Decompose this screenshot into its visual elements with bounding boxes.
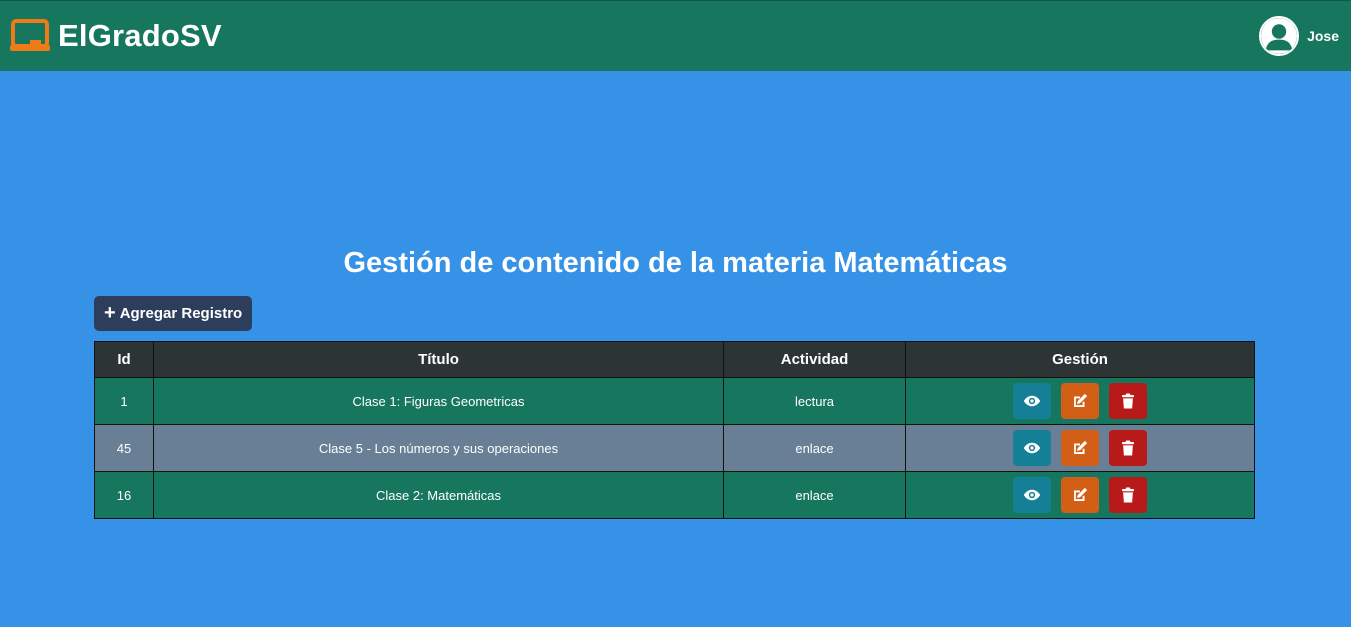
eye-icon xyxy=(1023,442,1041,454)
user-avatar-icon[interactable] xyxy=(1259,16,1300,56)
view-button[interactable] xyxy=(1013,383,1051,419)
cell-actions xyxy=(905,424,1255,472)
edit-icon xyxy=(1074,487,1088,501)
edit-button[interactable] xyxy=(1061,477,1099,513)
table-row: 45 Clase 5 - Los números y sus operacion… xyxy=(94,424,1255,472)
cell-id: 16 xyxy=(94,471,154,519)
trash-icon xyxy=(1122,440,1134,456)
delete-button[interactable] xyxy=(1109,430,1147,466)
column-header-title: Título xyxy=(153,341,724,378)
navbar: ElGradoSV Jose xyxy=(0,0,1351,71)
user-menu[interactable]: Jose xyxy=(1259,16,1339,56)
view-button[interactable] xyxy=(1013,430,1051,466)
edit-button[interactable] xyxy=(1061,430,1099,466)
trash-icon xyxy=(1122,393,1134,409)
table-row: 1 Clase 1: Figuras Geometricas lectura xyxy=(94,377,1255,425)
cell-title: Clase 5 - Los números y sus operaciones xyxy=(153,424,724,472)
cell-actions xyxy=(905,471,1255,519)
add-record-label: Agregar Registro xyxy=(119,305,243,322)
cell-activity: lectura xyxy=(723,377,906,425)
trash-icon xyxy=(1122,487,1134,503)
column-header-activity: Actividad xyxy=(723,341,906,378)
cell-activity: enlace xyxy=(723,471,906,519)
table-row: 16 Clase 2: Matemáticas enlace xyxy=(94,471,1255,519)
plus-icon: + xyxy=(104,301,116,324)
cell-actions xyxy=(905,377,1255,425)
edit-icon xyxy=(1074,393,1088,407)
add-record-button[interactable]: + Agregar Registro xyxy=(94,296,253,331)
user-name[interactable]: Jose xyxy=(1307,28,1339,44)
eye-icon xyxy=(1023,395,1041,407)
delete-button[interactable] xyxy=(1109,477,1147,513)
brand-name[interactable]: ElGradoSV xyxy=(58,18,222,54)
content-table: Id Título Actividad Gestión 1 Clase 1: F… xyxy=(94,341,1255,519)
eye-icon xyxy=(1023,489,1041,501)
view-button[interactable] xyxy=(1013,477,1051,513)
page-title: Gestión de contenido de la materia Matem… xyxy=(343,247,1008,279)
cell-activity: enlace xyxy=(723,424,906,472)
cell-id: 1 xyxy=(94,377,154,425)
cell-title: Clase 1: Figuras Geometricas xyxy=(153,377,724,425)
edit-icon xyxy=(1074,440,1088,454)
cell-title: Clase 2: Matemáticas xyxy=(153,471,724,519)
column-header-id: Id xyxy=(94,341,154,378)
brand[interactable]: ElGradoSV xyxy=(10,18,222,54)
chalkboard-icon xyxy=(10,19,50,51)
edit-button[interactable] xyxy=(1061,383,1099,419)
cell-id: 45 xyxy=(94,424,154,472)
table-header-row: Id Título Actividad Gestión xyxy=(94,341,1255,378)
column-header-management: Gestión xyxy=(905,341,1255,378)
delete-button[interactable] xyxy=(1109,383,1147,419)
